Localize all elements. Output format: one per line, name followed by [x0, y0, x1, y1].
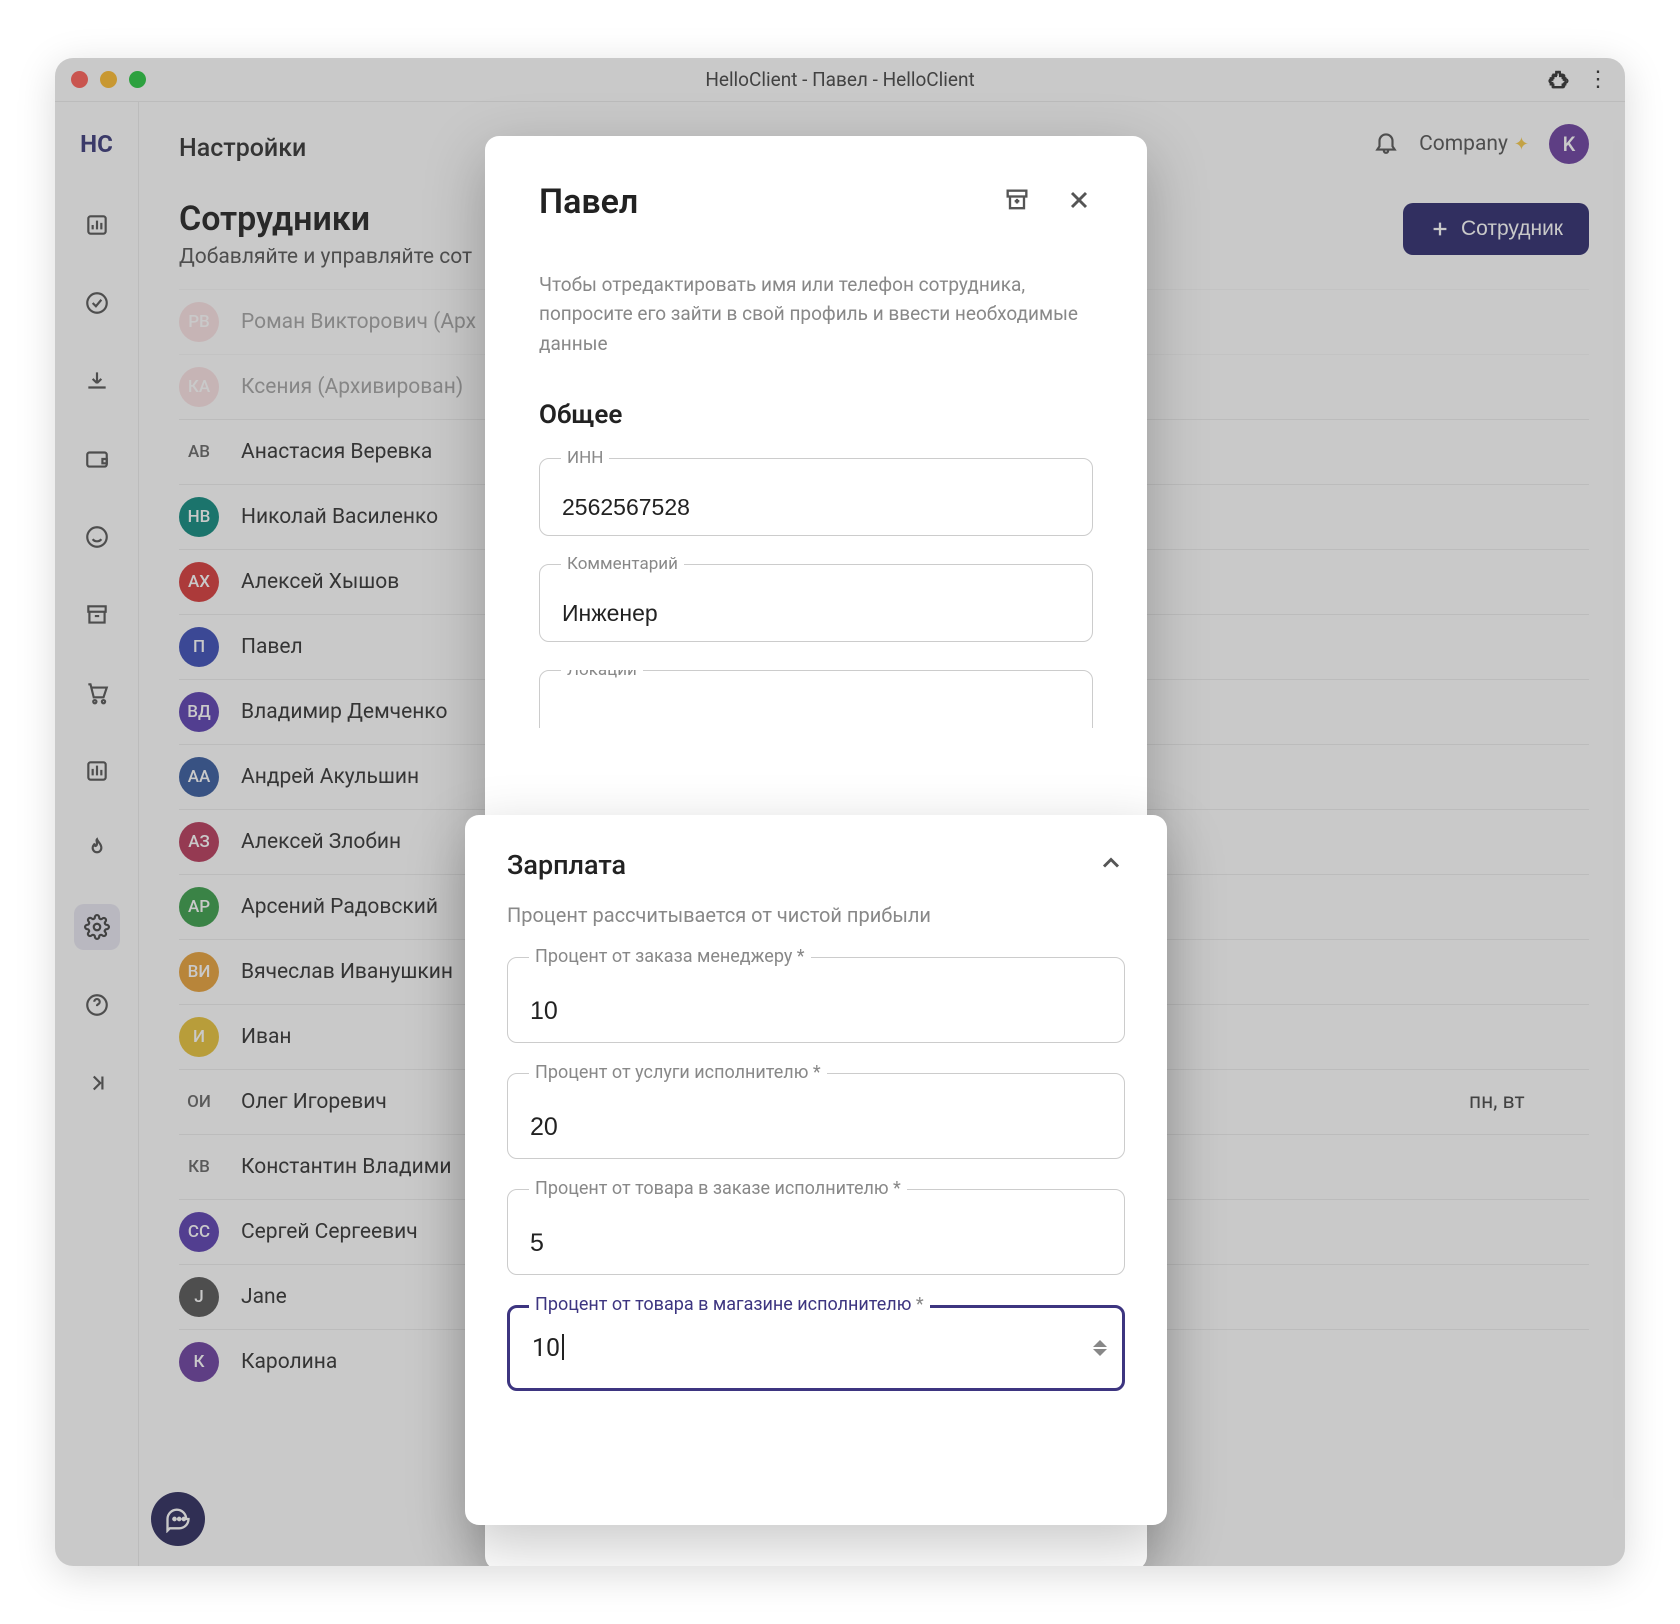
- product-order-percent-label: Процент от товара в заказе исполнителю: [535, 1178, 889, 1199]
- salary-title: Зарплата: [507, 849, 626, 881]
- employee-modal-title: Павел: [539, 182, 638, 222]
- app-window: HelloClient - Павел - HelloClient ⋮ HC: [55, 58, 1625, 1566]
- salary-hint: Процент рассчитывается от чистой прибыли: [507, 903, 1125, 927]
- manager-percent-label: Процент от заказа менеджеру: [535, 946, 792, 967]
- salary-panel: Зарплата Процент рассчитывается от чисто…: [465, 815, 1167, 1525]
- inn-label: ИНН: [561, 448, 609, 468]
- close-icon[interactable]: [1065, 186, 1093, 218]
- number-stepper[interactable]: [1093, 1340, 1107, 1356]
- manager-percent-input[interactable]: [507, 957, 1125, 1043]
- archive-icon[interactable]: [1003, 186, 1031, 218]
- scrollbar[interactable]: [1613, 140, 1623, 1500]
- comment-label: Комментарий: [561, 554, 684, 574]
- service-percent-label: Процент от услуги исполнителю: [535, 1062, 808, 1083]
- product-order-percent-input[interactable]: [507, 1189, 1125, 1275]
- service-percent-input[interactable]: [507, 1073, 1125, 1159]
- product-shop-percent-label: Процент от товара в магазине исполнителю: [535, 1294, 911, 1315]
- comment-input[interactable]: [539, 564, 1093, 642]
- employee-modal-hint: Чтобы отредактировать имя или телефон со…: [539, 270, 1093, 358]
- product-shop-percent-input[interactable]: 10: [507, 1305, 1125, 1391]
- locations-label: Локации: [561, 670, 643, 680]
- chevron-up-icon[interactable]: [1097, 849, 1125, 881]
- general-group-label: Общее: [539, 400, 1093, 430]
- inn-input[interactable]: [539, 458, 1093, 536]
